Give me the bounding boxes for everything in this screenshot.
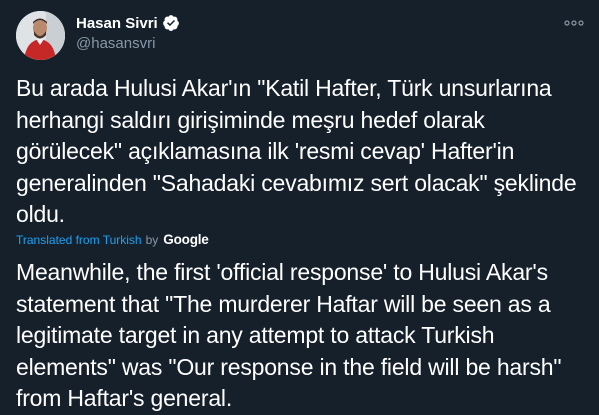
translated-text-line: from Haftar's general. bbox=[16, 385, 233, 412]
translated-text-line: statement that "The murderer Haftar will… bbox=[16, 290, 551, 317]
translated-text-line: elements" was "Our response in the field… bbox=[16, 353, 562, 380]
tweet-text-line: oldu. bbox=[16, 201, 65, 228]
tweet-text-line: herhangi saldırı girişiminde meşru hedef… bbox=[16, 106, 485, 133]
avatar[interactable] bbox=[16, 11, 65, 60]
tweet-text-line: generalinden "Sahadaki cevabımız sert ol… bbox=[16, 169, 577, 196]
translated-text-line: Meanwhile, the first 'official response'… bbox=[16, 259, 548, 285]
translated-by-label: by bbox=[145, 232, 159, 247]
translated-text: Meanwhile, the first 'official response'… bbox=[16, 257, 588, 415]
tweet-text-line: görülecek" açıklamasına ilk 'resmi cevap… bbox=[16, 138, 515, 165]
verified-badge-icon bbox=[162, 14, 180, 32]
translation-attribution: Translated from Turkish by Google bbox=[16, 232, 209, 247]
more-dots-icon bbox=[564, 20, 584, 26]
author-handle[interactable]: @hasansvri bbox=[76, 35, 155, 52]
tweet-text: Bu arada Hulusi Akar'ın "Katil Hafter, T… bbox=[16, 73, 588, 231]
google-logo: Google bbox=[163, 232, 209, 247]
translated-from-link[interactable]: Translated from Turkish bbox=[16, 233, 142, 247]
author-name[interactable]: Hasan Sivri bbox=[76, 15, 158, 32]
translated-text-line: legitimate target in any attempt to atta… bbox=[16, 322, 495, 349]
tweet-text-line: Bu arada Hulusi Akar'ın "Katil Hafter, T… bbox=[16, 75, 552, 101]
author-name-row[interactable]: Hasan Sivri bbox=[76, 14, 180, 32]
more-options-button[interactable] bbox=[560, 12, 588, 34]
tweet-card: Hasan Sivri @hasansvri Bu arada Hulusi A… bbox=[0, 0, 599, 413]
avatar-photo-icon bbox=[16, 11, 65, 60]
